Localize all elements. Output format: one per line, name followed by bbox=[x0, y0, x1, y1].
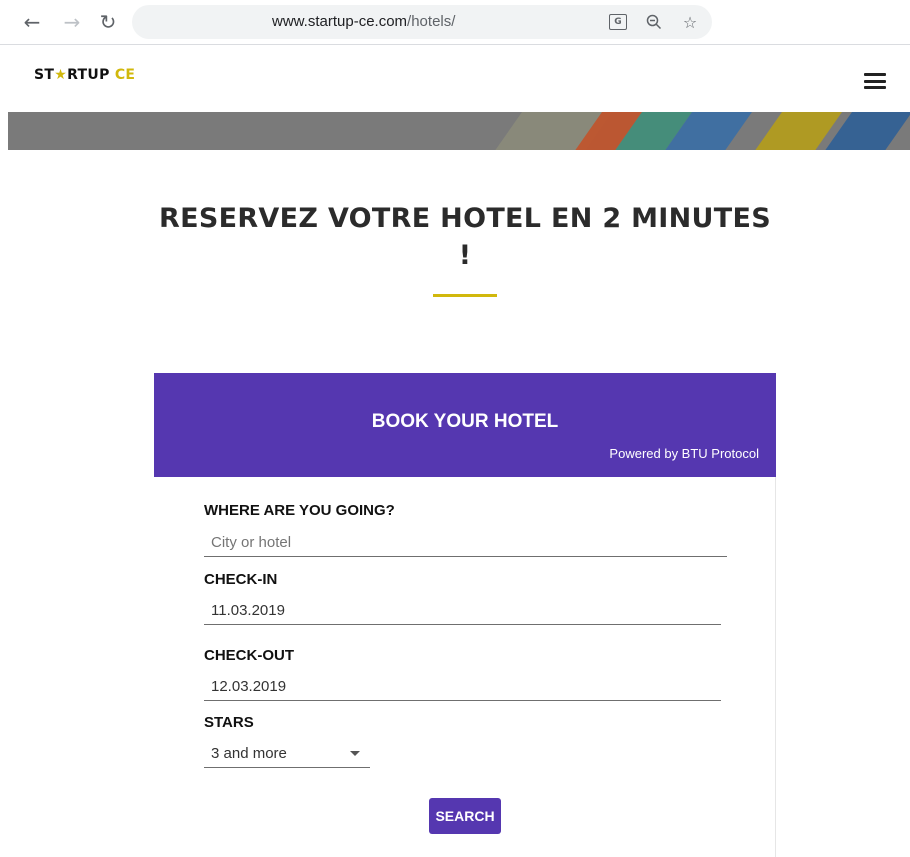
bookmark-star-icon[interactable]: ☆ bbox=[680, 12, 700, 32]
checkout-input[interactable]: 12.03.2019 bbox=[204, 673, 721, 701]
page-title: RESERVEZ VOTRE HOTEL EN 2 MINUTES ! bbox=[159, 203, 771, 271]
search-button[interactable]: SEARCH bbox=[429, 798, 501, 834]
startup-ce-logo[interactable]: ST★RTUP CE bbox=[34, 67, 135, 83]
url-text[interactable]: www.startup-ce.com/hotels/ bbox=[272, 13, 455, 30]
checkin-label: CHECK-IN bbox=[204, 571, 278, 588]
reload-icon[interactable]: ↻ bbox=[96, 10, 120, 34]
checkout-label: CHECK-OUT bbox=[204, 647, 294, 664]
dropdown-caret-icon bbox=[350, 751, 360, 756]
checkin-input[interactable]: 11.03.2019 bbox=[204, 597, 721, 625]
destination-input[interactable]: City or hotel bbox=[204, 529, 727, 557]
stars-selected-value: 3 and more bbox=[211, 745, 287, 762]
destination-label: WHERE ARE YOU GOING? bbox=[204, 502, 395, 519]
stars-select[interactable]: 3 and more bbox=[204, 740, 370, 768]
stars-label: STARS bbox=[204, 714, 254, 731]
browser-toolbar: ← → ↻ www.startup-ce.com/hotels/ G ☆ bbox=[0, 0, 910, 45]
forward-arrow-icon[interactable]: → bbox=[60, 10, 84, 34]
site-header: ST★RTUP CE bbox=[0, 45, 910, 112]
hero-banner bbox=[8, 112, 910, 150]
back-arrow-icon[interactable]: ← bbox=[20, 10, 44, 34]
hamburger-menu-icon[interactable] bbox=[864, 73, 886, 89]
title-underline bbox=[433, 294, 497, 297]
address-bar[interactable]: www.startup-ce.com/hotels/ G ☆ bbox=[132, 5, 712, 39]
zoom-out-icon[interactable] bbox=[644, 12, 664, 32]
translate-icon[interactable]: G bbox=[608, 12, 628, 32]
widget-title: BOOK YOUR HOTEL bbox=[371, 411, 559, 432]
booking-widget-header: BOOK YOUR HOTEL Powered by BTU Protocol bbox=[154, 373, 776, 477]
powered-by-text: Powered by BTU Protocol bbox=[609, 446, 759, 461]
